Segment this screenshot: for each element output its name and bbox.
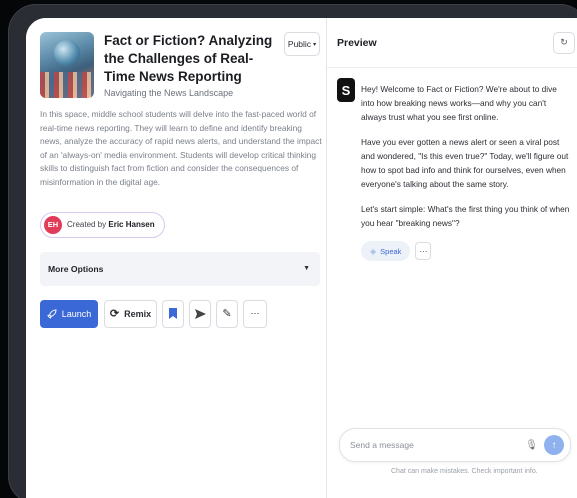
app-screen: Fact or Fiction? Analyzing the Challenge… xyxy=(26,18,577,498)
bookmark-icon xyxy=(169,308,177,320)
send-button[interactable]: ↑ xyxy=(544,435,564,455)
creator-text: Created by Eric Hansen xyxy=(67,220,155,229)
creator-chip[interactable]: EH Created by Eric Hansen xyxy=(40,211,165,238)
share-button[interactable] xyxy=(189,299,211,328)
message-input[interactable] xyxy=(350,440,526,450)
more-options-label: More Options xyxy=(48,263,104,274)
pencil-icon: ✎ xyxy=(222,308,232,321)
crowd-illustration xyxy=(40,72,94,98)
chevron-down-icon: ▾ xyxy=(313,41,317,48)
speak-label: Speak xyxy=(380,246,402,256)
chat-disclaimer: Chat can make mistakes. Check important … xyxy=(391,468,538,475)
activity-titles: Fact or Fiction? Analyzing the Challenge… xyxy=(104,32,284,98)
more-options-toggle[interactable]: More Options ▼ xyxy=(40,251,320,286)
preview-header: Preview ↻ xyxy=(327,18,577,68)
remix-label: Remix xyxy=(124,308,152,319)
preview-panel: Preview ↻ S Hey! Welcome to Fact or Fict… xyxy=(326,18,577,498)
device-frame: Fact or Fiction? Analyzing the Challenge… xyxy=(8,4,577,498)
activity-title: Fact or Fiction? Analyzing the Challenge… xyxy=(104,33,273,84)
message-actions: ◈ Speak ⋯ xyxy=(361,241,577,261)
ellipsis-icon: ⋯ xyxy=(250,308,260,319)
refresh-icon: ⟳ xyxy=(109,308,120,321)
activity-subtitle: Navigating the News Landscape xyxy=(104,88,234,98)
caret-down-icon: ▼ xyxy=(303,265,310,273)
microphone-icon[interactable]: 🎙 xyxy=(525,440,538,451)
arrow-up-icon: ↑ xyxy=(551,439,557,451)
globe-illustration xyxy=(54,40,80,66)
activity-thumbnail xyxy=(40,32,94,98)
reload-icon: ↻ xyxy=(560,37,568,47)
rocket-icon xyxy=(46,309,57,319)
activity-description: In this space, middle school students wi… xyxy=(40,109,322,187)
remix-button[interactable]: ⟳ Remix xyxy=(104,299,157,328)
chat-message: Hey! Welcome to Fact or Fiction? We're a… xyxy=(361,84,557,122)
bookmark-button[interactable] xyxy=(162,299,184,328)
speak-button[interactable]: ◈ Speak xyxy=(361,241,411,261)
visibility-label: Public xyxy=(287,39,312,49)
launch-button[interactable]: Launch xyxy=(40,299,98,328)
more-actions-button[interactable]: ⋯ xyxy=(243,299,267,328)
preview-title: Preview xyxy=(337,36,377,49)
launch-label: Launch xyxy=(61,308,92,319)
ellipsis-icon: ⋯ xyxy=(419,246,428,256)
message-more-button[interactable]: ⋯ xyxy=(415,242,432,260)
action-bar: Launch ⟳ Remix ✎ ⋯ xyxy=(40,299,320,328)
creator-prefix: Created by xyxy=(67,220,107,230)
creator-name: Eric Hansen xyxy=(108,220,155,230)
visibility-dropdown[interactable]: Public ▾ xyxy=(284,32,320,56)
activity-header: Fact or Fiction? Analyzing the Challenge… xyxy=(40,32,320,98)
bot-messages: Hey! Welcome to Fact or Fiction? We're a… xyxy=(361,82,571,230)
refresh-button[interactable]: ↻ xyxy=(553,31,575,54)
activity-panel: Fact or Fiction? Analyzing the Challenge… xyxy=(26,18,328,498)
bot-logo-icon: S xyxy=(337,78,355,102)
send-icon xyxy=(194,308,206,319)
edit-button[interactable]: ✎ xyxy=(216,299,238,328)
speaker-icon: ◈ xyxy=(370,246,377,256)
avatar: EH xyxy=(44,215,62,234)
chat-message: Let's start simple: What's the first thi… xyxy=(361,204,570,228)
chat-message: Have you ever gotten a news alert or see… xyxy=(361,137,569,189)
chat-thread: S Hey! Welcome to Fact or Fiction? We're… xyxy=(337,78,577,261)
message-composer: 🎙 ↑ xyxy=(339,428,571,462)
